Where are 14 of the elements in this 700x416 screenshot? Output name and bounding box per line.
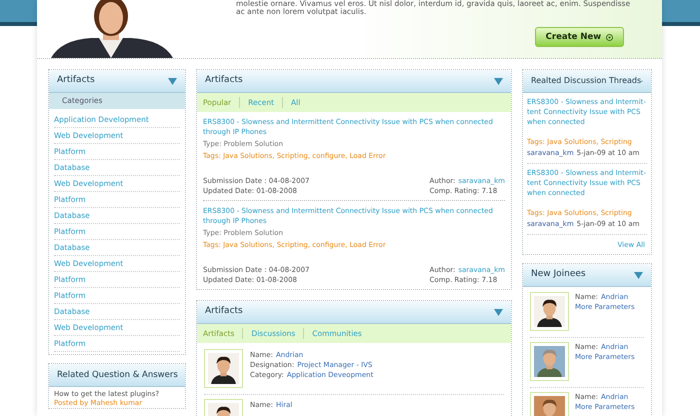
dropdown-icon[interactable] [168, 78, 177, 84]
panel-title: Related Question & Answers [57, 368, 178, 382]
dropdown-icon[interactable] [494, 308, 503, 316]
header-band [662, 0, 700, 26]
create-new-button[interactable]: Create New [534, 27, 624, 47]
panel-title: Artifacts [57, 74, 95, 88]
caret-icon [606, 34, 614, 40]
panel-title: Realted Discussion Threads [531, 75, 642, 87]
dropdown-icon[interactable] [494, 78, 503, 84]
panel-title: Artifacts [205, 305, 243, 318]
dropdown-icon[interactable] [634, 272, 643, 278]
panel-title: New Joinees [531, 268, 586, 282]
header-band [0, 0, 37, 26]
panel-title: Artifacts [205, 74, 243, 88]
